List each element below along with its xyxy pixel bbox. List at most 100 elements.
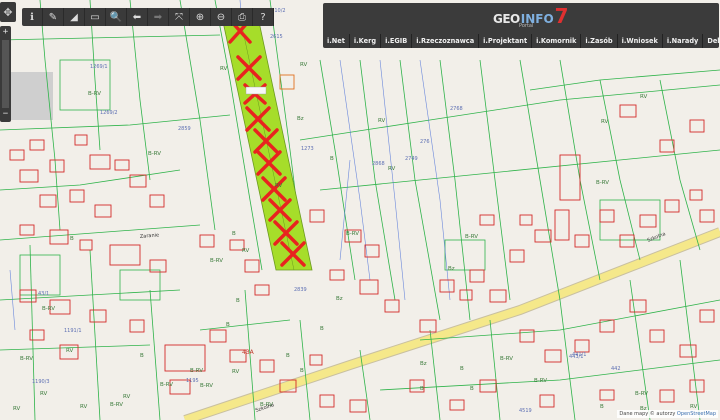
menu-item-inarady[interactable]: i.Narady: [663, 34, 704, 48]
parcel-label: B-RV: [148, 151, 161, 157]
parcel-label: B-RV: [635, 391, 648, 397]
parcel-label: RV: [242, 248, 250, 254]
parcel-label: 443/1: [569, 354, 583, 360]
measure-distance-button[interactable]: ▭: [85, 8, 106, 26]
parcel-label: RV: [220, 66, 228, 72]
parcel-label: RV: [640, 94, 648, 100]
help-button[interactable]: ?: [253, 8, 274, 26]
parcel-label: B: [226, 322, 230, 328]
pan-control[interactable]: ✥: [0, 2, 16, 22]
parcel-label: B: [470, 386, 474, 392]
parcel-label: 2868: [372, 161, 385, 167]
parcel-label: 4519: [519, 408, 532, 414]
brand-geo: GEO: [493, 12, 520, 26]
menu-item-irzeczoznawca[interactable]: i.Rzeczoznawca: [412, 34, 480, 48]
parcel-label: 1190/3: [32, 379, 50, 385]
parcel-label: B-RV: [465, 234, 478, 240]
parcel-label: B: [460, 366, 464, 372]
zoom-search-icon: 🔍: [109, 11, 123, 23]
attribution-link[interactable]: OpenStreetMap: [677, 411, 716, 417]
back-icon: ⬅: [132, 11, 142, 23]
print-icon: ⎙: [238, 11, 246, 23]
parcel-label: B-RV: [500, 356, 513, 362]
parcel-label: 1269/2: [100, 110, 118, 116]
parcel-label: B-RV: [88, 91, 101, 97]
parcel-label: RV: [378, 118, 386, 124]
help-icon: ?: [260, 11, 266, 23]
pencil-icon: ✎: [48, 11, 58, 23]
parcel-label: RV: [388, 166, 396, 172]
parcel-label: 43A: [242, 349, 255, 356]
parcel-label: RV: [80, 404, 88, 410]
measure-area-button[interactable]: ◢: [64, 8, 85, 26]
parcel-label: B: [600, 404, 604, 410]
zoom-out-icon: ⊖: [216, 11, 226, 23]
zoom-in-button[interactable]: ⊕: [190, 8, 211, 26]
menu-item-iegib[interactable]: i.EGIB: [381, 34, 413, 48]
brand-number: 7: [554, 4, 569, 28]
menu-item-ikerg[interactable]: i.Kerg: [350, 34, 382, 48]
parcel-label: RV: [232, 369, 240, 375]
parcel-label: RV: [275, 183, 283, 189]
parcel-label: B-RV: [110, 402, 123, 408]
zoom-out-button[interactable]: −: [0, 109, 11, 119]
info-button[interactable]: ℹ: [22, 8, 43, 26]
brand-subtitle: Portal: [519, 23, 534, 29]
parcel-label: B: [232, 231, 236, 237]
print-button[interactable]: ⎙: [232, 8, 253, 26]
cadastral-map[interactable]: 2810/21269/11269/2B-RVRV2859B-RV2615RVBz…: [0, 0, 720, 420]
zoom-search-button[interactable]: 🔍: [106, 8, 127, 26]
parcel-label: B-RV: [200, 383, 213, 389]
menu-item-ikomornik[interactable]: i.Komornik: [532, 34, 582, 48]
parcel-label: B: [320, 326, 324, 332]
portal-header: GEO INFO 7 Portal i.Net i.Kerg i.EGIB i.Rze…: [323, 3, 720, 48]
parcel-label: B-RV: [534, 378, 547, 384]
parcel-label: 1273: [301, 146, 314, 152]
pan-icon: ✥: [3, 5, 13, 19]
zoom-out-button[interactable]: ⊖: [211, 8, 232, 26]
menu-item-izasób[interactable]: i.Zasób: [581, 34, 618, 48]
parcel-label: B: [140, 353, 144, 359]
parcel-label: B-RV: [346, 231, 359, 237]
parcel-label: Bz: [448, 266, 455, 272]
fullscreen-button[interactable]: ⤧: [169, 8, 190, 26]
zoom-bar[interactable]: + −: [0, 26, 11, 122]
parcel-label: B-RV: [596, 180, 609, 186]
parcel-label: 2768: [450, 106, 463, 112]
parcel-label: 1191/1: [64, 328, 82, 334]
parcel-label: RV: [13, 406, 21, 412]
forward-icon: ➡: [153, 11, 163, 23]
parcel-label: Bz: [336, 296, 343, 302]
forward-button[interactable]: ➡: [148, 8, 169, 26]
parcel-label: 1195: [186, 378, 199, 384]
parcel-label: 276: [420, 139, 430, 145]
parcel-label: B-RV: [42, 306, 55, 312]
main-menu: i.Net i.Kerg i.EGIB i.Rzeczoznawca i.Projekt…: [323, 34, 720, 48]
parcel-label: 2859: [178, 126, 191, 132]
parcel-label: B-RV: [210, 258, 223, 264]
parcel-label: Bz: [297, 116, 304, 122]
measure-area-icon: ◢: [70, 11, 78, 23]
parcel-label: B: [300, 368, 304, 374]
parcel-label: RV: [300, 62, 308, 68]
menu-item-iwniosek[interactable]: i.Wniosek: [618, 34, 663, 48]
parcel-label: B-RV: [160, 382, 173, 388]
map-attribution: Dane mapy © autorzy OpenStreetMap: [617, 410, 718, 418]
zoom-slider[interactable]: [2, 40, 9, 108]
back-button[interactable]: ⬅: [127, 8, 148, 26]
parcel-label: RV: [601, 119, 609, 125]
map-toolbar: ℹ ✎ ◢ ▭ 🔍 ⬅ ➡ ⤧ ⊕ ⊖ ⎙?: [22, 8, 274, 26]
menu-item-iprojektant[interactable]: i.Projektant: [479, 34, 533, 48]
parcel-label: RV: [66, 348, 74, 354]
parcel-label: RV: [123, 394, 131, 400]
zoom-in-button[interactable]: +: [0, 27, 11, 37]
parcel-label: B: [286, 353, 290, 359]
parcel-label: B-RV: [20, 356, 33, 362]
menu-item-inet[interactable]: i.Net: [323, 34, 350, 48]
parcel-label: B: [420, 386, 424, 392]
menu-item-delta[interactable]: Delta: [703, 34, 720, 48]
pencil-button[interactable]: ✎: [43, 8, 64, 26]
parcel-label: B: [330, 156, 334, 162]
parcel-label: Bz: [420, 361, 427, 367]
zoom-in-icon: ⊕: [195, 11, 205, 23]
